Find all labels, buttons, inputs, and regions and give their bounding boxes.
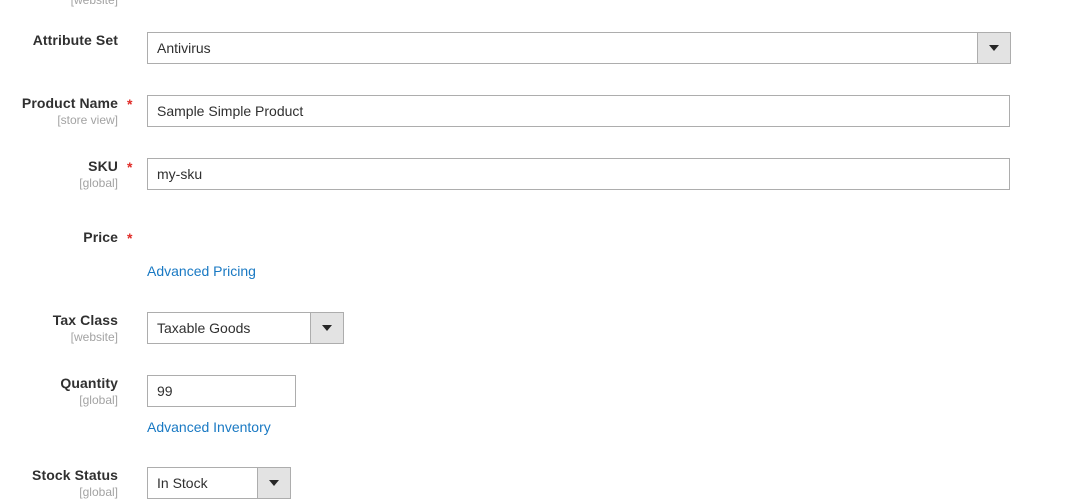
- field-label-tax-class: Tax Class [website]: [0, 312, 118, 345]
- scope-note: [website]: [70, 330, 118, 344]
- field-label-quantity: Quantity [global]: [0, 375, 118, 408]
- field-label-attribute-set: Attribute Set: [0, 32, 118, 49]
- scope-note: [global]: [79, 176, 118, 190]
- field-label-product-name: Product Name [store view]: [0, 95, 118, 128]
- stock-status-value: In Stock: [157, 475, 208, 491]
- field-control-attribute-set: Antivirus: [147, 32, 1011, 64]
- stock-status-select[interactable]: In Stock: [147, 467, 291, 499]
- label-text: SKU: [88, 158, 118, 174]
- sku-input[interactable]: [147, 158, 1010, 190]
- field-label-sku: SKU [global]: [0, 158, 118, 191]
- scope-note: [global]: [79, 485, 118, 499]
- chevron-down-icon[interactable]: [977, 33, 1010, 63]
- field-control-tax-class: Taxable Goods: [147, 312, 344, 344]
- product-form: [website] Attribute Set Antivirus Produc…: [0, 0, 1069, 501]
- label-text: Price: [83, 229, 118, 245]
- field-control-quantity: [147, 375, 296, 407]
- field-label-price: Price: [0, 229, 118, 246]
- tax-class-select[interactable]: Taxable Goods: [147, 312, 344, 344]
- tax-class-value: Taxable Goods: [157, 320, 251, 336]
- attribute-set-select[interactable]: Antivirus: [147, 32, 1011, 64]
- label-text: Product Name: [21, 95, 118, 111]
- field-control-sku: [147, 158, 1010, 190]
- advanced-inventory-container: Advanced Inventory: [147, 418, 271, 437]
- label-text: Attribute Set: [32, 32, 118, 48]
- scope-note-above-fold: [website]: [70, 0, 118, 7]
- advanced-pricing-link[interactable]: Advanced Pricing: [147, 262, 256, 280]
- chevron-down-icon[interactable]: [257, 468, 290, 498]
- label-text: Tax Class: [52, 312, 118, 328]
- chevron-down-icon[interactable]: [310, 313, 343, 343]
- required-marker: *: [127, 230, 133, 246]
- field-label-stock-status: Stock Status [global]: [0, 467, 118, 500]
- attribute-set-value: Antivirus: [157, 40, 211, 56]
- required-marker: *: [127, 159, 133, 175]
- required-marker: *: [127, 96, 133, 112]
- label-text: Quantity: [60, 375, 118, 391]
- advanced-inventory-link[interactable]: Advanced Inventory: [147, 418, 271, 436]
- scope-note: [store view]: [57, 113, 118, 127]
- label-text: Stock Status: [32, 467, 118, 483]
- quantity-input[interactable]: [147, 375, 296, 407]
- field-control-stock-status: In Stock: [147, 467, 291, 499]
- scope-note: [global]: [79, 393, 118, 407]
- product-name-input[interactable]: [147, 95, 1010, 127]
- advanced-pricing-container: Advanced Pricing: [147, 262, 256, 281]
- field-control-product-name: [147, 95, 1010, 127]
